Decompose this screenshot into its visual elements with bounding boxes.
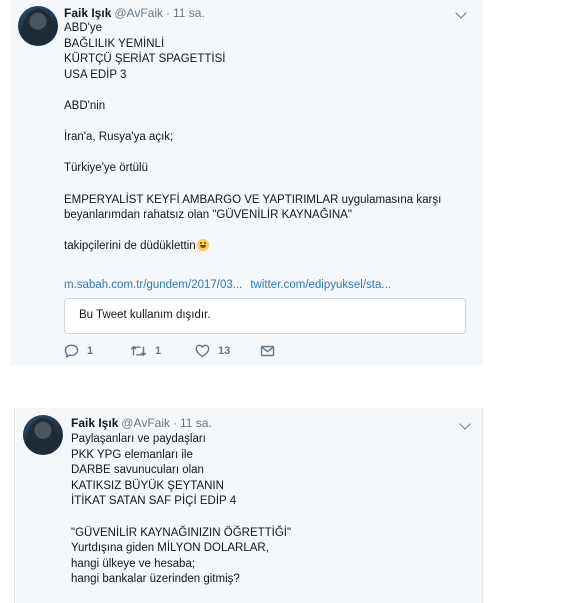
tweet-text: ABD'ye BAĞLILIK YEMİNLİ KÜRTÇÜ ŞERİAT SP… xyxy=(64,21,464,255)
tweet-line: Paylaşanları ve paydaşları xyxy=(71,433,206,445)
reply-button[interactable]: 1 xyxy=(64,344,93,358)
heart-icon xyxy=(195,344,210,358)
retweet-icon xyxy=(130,344,147,358)
tweet-line: USA EDİP 3 xyxy=(64,68,127,81)
tweet-line: EMPERYALİST KEYFİ AMBARGO VE YAPTIRIMLAR… xyxy=(64,193,442,206)
tweet-line-with-emoji: takipçilerini de düdüklettin xyxy=(64,239,464,255)
direct-message-button[interactable] xyxy=(260,344,275,358)
link-sabah[interactable]: m.sabah.com.tr/gundem/2017/03... xyxy=(64,279,242,291)
envelope-icon xyxy=(260,344,275,358)
chevron-down-icon[interactable] xyxy=(455,7,467,19)
tweet-line: DARBE savunucuları olan xyxy=(71,464,204,477)
tweet-line: PKK YPG elemanları ile xyxy=(71,448,193,461)
reply-count: 1 xyxy=(87,345,94,357)
tweet-timestamp[interactable]: 11 sa. xyxy=(180,416,212,430)
author-handle[interactable]: @AvFaik xyxy=(114,6,163,20)
author-name[interactable]: Faik Işık xyxy=(64,6,111,20)
tweet-2[interactable]: Faik Işık @AvFaik · 11 sa. Paylaşanları ve … xyxy=(14,408,483,603)
tweet-line: KÜRTÇÜ ŞERİAT SPAGETTİSİ xyxy=(64,53,226,66)
tweet-line: KATIKSIZ BÜYÜK ŞEYTANIN xyxy=(71,479,224,492)
tweet-line: BAĞLILIK YEMİNLİ xyxy=(64,37,165,50)
tweet-line: ABD'nin xyxy=(64,99,106,112)
quoted-tweet-card[interactable]: Bu Tweet kullanım dışıdır. xyxy=(64,298,466,334)
tweet-1[interactable]: Faik Işık @AvFaik · 11 sa. ABD'ye BAĞLILIK … xyxy=(10,0,483,366)
tweet-line: hangi bankalar üzerinden gitmiş? xyxy=(71,573,240,586)
tweet-line: Yurtdışına giden MİLYON DOLARLAR, xyxy=(71,542,269,555)
like-count: 13 xyxy=(218,345,231,357)
like-button[interactable]: 13 xyxy=(195,344,230,358)
tweet-header: Faik Işık @AvFaik · 11 sa. xyxy=(71,416,212,430)
tweet-links: m.sabah.com.tr/gundem/2017/03... twitter.… xyxy=(64,279,391,291)
tweet-line: İran'a, Rusya'ya açık; xyxy=(64,131,174,144)
tweet-line: "GÜVENİLİR KAYNAĞINIZIN ÖĞRETTİĞİ" xyxy=(71,526,292,539)
tweet-line: beyanlarımdan rahatsız olan "GÜVENİLİR K… xyxy=(64,209,352,222)
tweet-line: ABD'ye xyxy=(64,22,102,34)
separator-dot: · xyxy=(166,6,171,20)
tweet-header: Faik Işık @AvFaik · 11 sa. xyxy=(64,6,205,20)
avatar[interactable] xyxy=(23,415,63,455)
chevron-down-icon[interactable] xyxy=(459,418,471,430)
tweet-line: İTİKAT SATAN SAF PİÇİ EDİP 4 xyxy=(71,495,237,508)
reply-icon xyxy=(64,344,79,358)
link-twitter[interactable]: twitter.com/edipyuksel/sta... xyxy=(250,279,391,291)
author-handle[interactable]: @AvFaik xyxy=(121,416,170,430)
retweet-count: 1 xyxy=(155,345,162,357)
tweet-text: Paylaşanları ve paydaşları PKK YPG elema… xyxy=(71,432,466,588)
separator-dot: · xyxy=(173,416,178,430)
tweet-line: hangi ülkeye ve hesaba; xyxy=(71,557,196,570)
quoted-tweet-unavailable-text: Bu Tweet kullanım dışıdır. xyxy=(79,309,211,321)
avatar[interactable] xyxy=(18,6,58,46)
tweet-line-text: takipçilerini de düdüklettin xyxy=(64,240,196,253)
tweet-line: Türkiye'ye örtülü xyxy=(64,162,149,175)
retweet-button[interactable]: 1 xyxy=(130,344,161,358)
author-name[interactable]: Faik Işık xyxy=(71,416,118,430)
grinning-face-emoji-icon xyxy=(196,239,209,252)
tweet-timestamp[interactable]: 11 sa. xyxy=(173,6,205,20)
